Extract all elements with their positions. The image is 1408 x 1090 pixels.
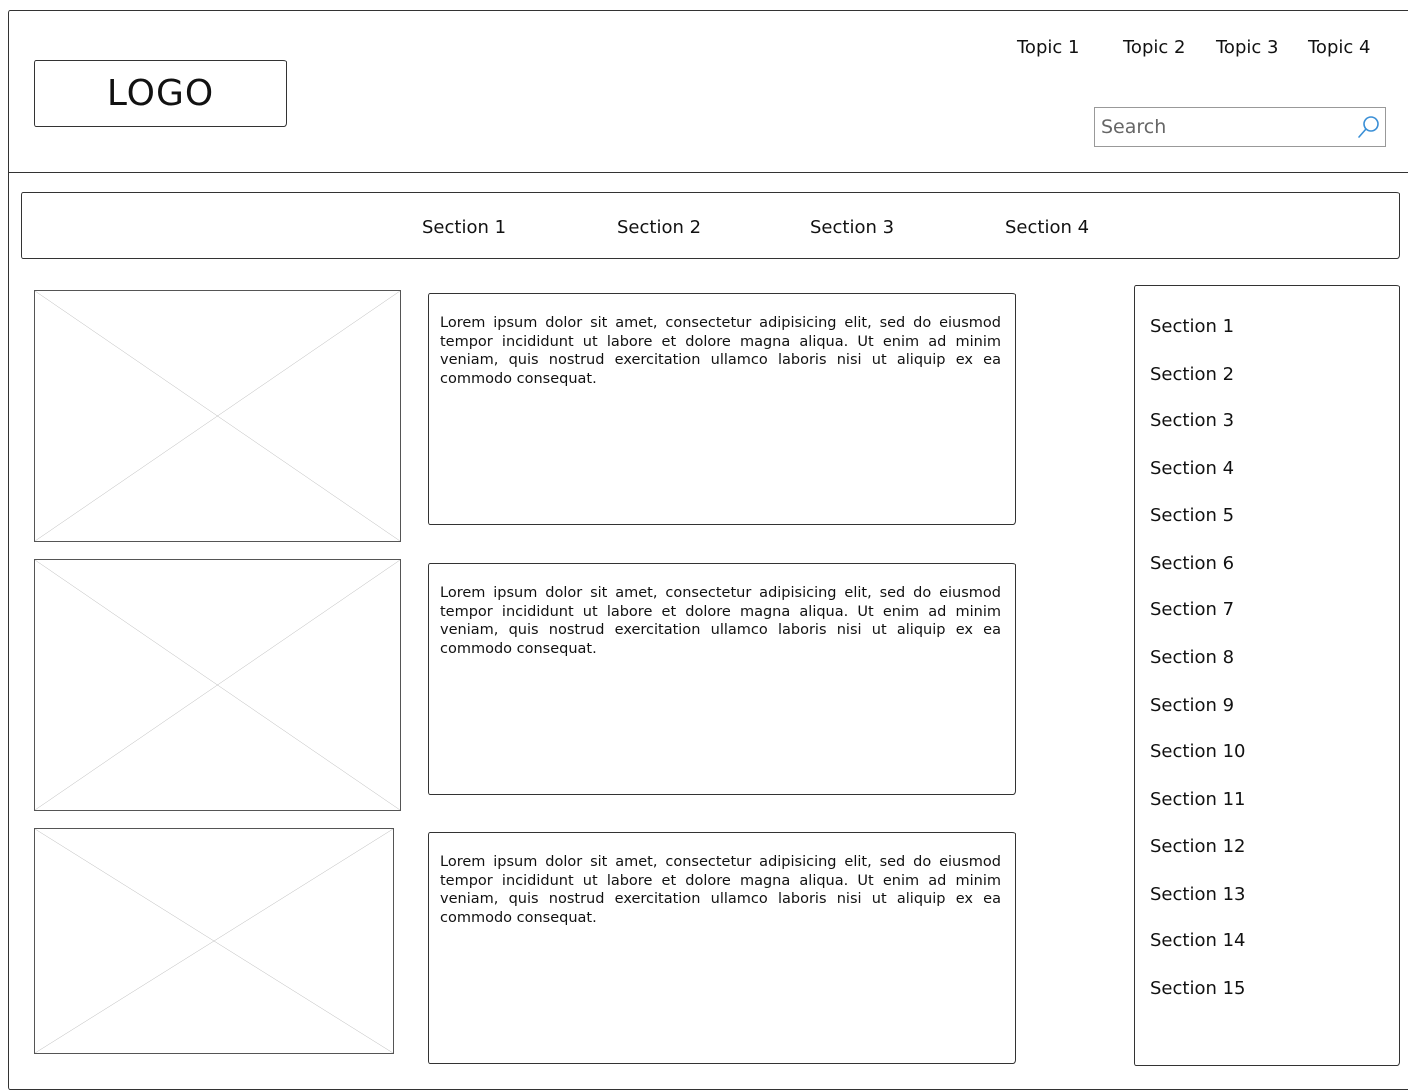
nav-section-3[interactable]: Section 3 — [810, 217, 894, 238]
section-nav: Section 1 Section 2 Section 3 Section 4 — [21, 192, 1400, 259]
article-card-3: Lorem ipsum dolor sit amet, consectetur … — [428, 832, 1016, 1064]
nav-section-4[interactable]: Section 4 — [1005, 217, 1089, 238]
topic-link-1[interactable]: Topic 1 — [1017, 37, 1079, 58]
search-input[interactable] — [1095, 108, 1367, 146]
topic-link-2[interactable]: Topic 2 — [1123, 37, 1185, 58]
article-card-2: Lorem ipsum dolor sit amet, consectetur … — [428, 563, 1016, 795]
sidebar-item-section-4[interactable]: Section 4 — [1150, 458, 1234, 479]
sidebar-item-section-15[interactable]: Section 15 — [1150, 978, 1246, 999]
sidebar-item-section-5[interactable]: Section 5 — [1150, 505, 1234, 526]
sidebar-item-section-6[interactable]: Section 6 — [1150, 553, 1234, 574]
topic-link-4[interactable]: Topic 4 — [1308, 37, 1370, 58]
sidebar-item-section-12[interactable]: Section 12 — [1150, 836, 1246, 857]
sidebar-item-section-8[interactable]: Section 8 — [1150, 647, 1234, 668]
sidebar-item-section-11[interactable]: Section 11 — [1150, 789, 1246, 810]
image-placeholder-icon — [34, 290, 401, 542]
article-card-1: Lorem ipsum dolor sit amet, consectetur … — [428, 293, 1016, 525]
header-divider — [8, 172, 1408, 173]
image-placeholder-icon — [34, 828, 394, 1054]
sidebar-item-section-13[interactable]: Section 13 — [1150, 884, 1246, 905]
image-placeholder-icon — [34, 559, 401, 811]
sidebar-item-section-1[interactable]: Section 1 — [1150, 316, 1234, 337]
article-text: Lorem ipsum dolor sit amet, consectetur … — [440, 315, 1001, 387]
sidebar-item-section-14[interactable]: Section 14 — [1150, 930, 1246, 951]
nav-section-1[interactable]: Section 1 — [422, 217, 506, 238]
sidebar-item-section-2[interactable]: Section 2 — [1150, 364, 1234, 385]
sidebar-item-section-10[interactable]: Section 10 — [1150, 741, 1246, 762]
search-icon[interactable] — [1355, 114, 1381, 140]
sidebar-item-section-3[interactable]: Section 3 — [1150, 410, 1234, 431]
nav-section-2[interactable]: Section 2 — [617, 217, 701, 238]
search-box — [1094, 107, 1386, 147]
sidebar-item-section-7[interactable]: Section 7 — [1150, 599, 1234, 620]
sidebar: Section 1 Section 2 Section 3 Section 4 … — [1134, 285, 1400, 1066]
article-text: Lorem ipsum dolor sit amet, consectetur … — [440, 854, 1001, 926]
sidebar-item-section-9[interactable]: Section 9 — [1150, 695, 1234, 716]
logo-text: LOGO — [106, 73, 215, 114]
logo[interactable]: LOGO — [34, 60, 287, 127]
topic-link-3[interactable]: Topic 3 — [1216, 37, 1278, 58]
article-text: Lorem ipsum dolor sit amet, consectetur … — [440, 585, 1001, 657]
